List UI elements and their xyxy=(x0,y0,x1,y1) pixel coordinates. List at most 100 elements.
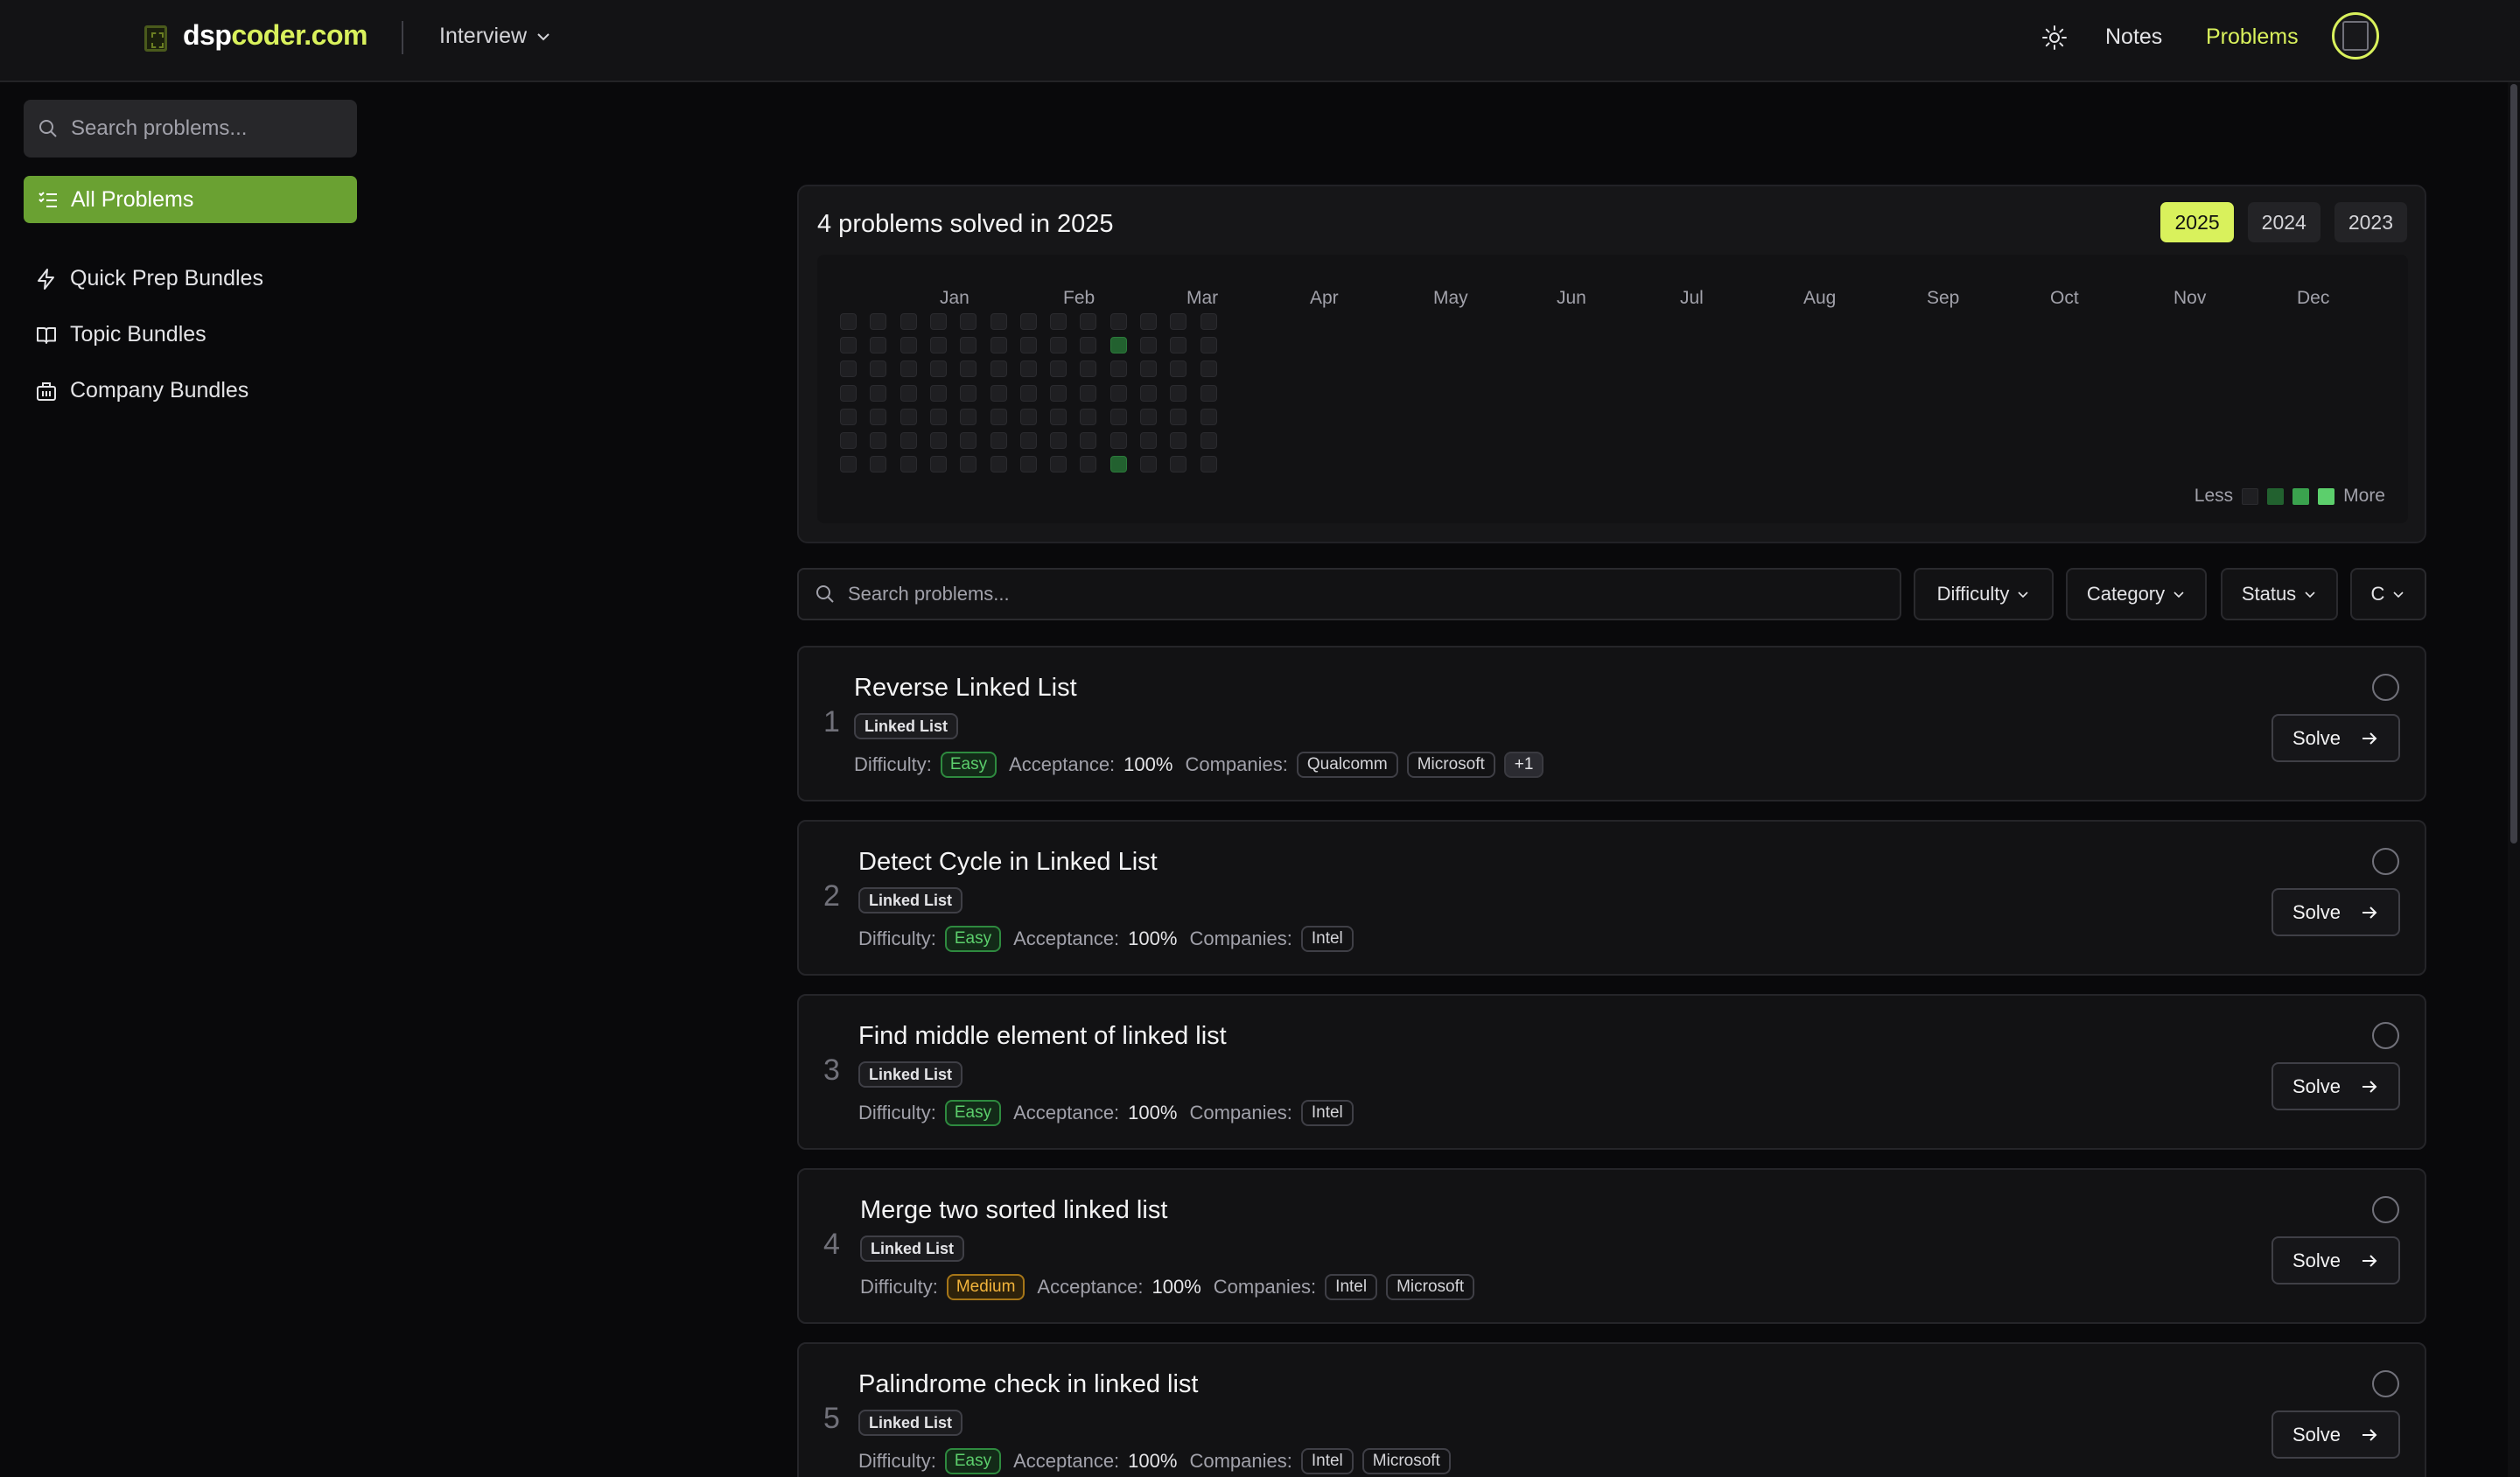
problem-card[interactable]: 2 Detect Cycle in Linked List Linked Lis… xyxy=(797,820,2426,976)
heatmap-day-cell[interactable] xyxy=(1200,408,1217,425)
heatmap-day-cell[interactable] xyxy=(840,432,857,449)
heatmap-day-cell[interactable] xyxy=(870,408,887,425)
heatmap-day-cell[interactable] xyxy=(1110,313,1127,330)
heatmap-day-cell[interactable] xyxy=(840,360,857,378)
heatmap-day-cell[interactable] xyxy=(1080,384,1097,402)
heatmap-day-cell[interactable] xyxy=(1170,456,1187,473)
heatmap-day-cell[interactable] xyxy=(900,313,917,330)
solved-status-circle[interactable] xyxy=(2372,1022,2399,1049)
heatmap-day-cell[interactable] xyxy=(1110,360,1127,378)
user-avatar[interactable] xyxy=(2332,12,2379,60)
heatmap-day-cell[interactable] xyxy=(1140,432,1157,449)
sun-theme-icon[interactable] xyxy=(2040,24,2068,52)
heatmap-day-cell[interactable] xyxy=(990,337,1007,354)
heatmap-day-cell[interactable] xyxy=(870,313,887,330)
sidebar-search-input[interactable]: Search problems... xyxy=(24,100,357,158)
heatmap-day-cell[interactable] xyxy=(1050,384,1068,402)
heatmap-day-cell[interactable] xyxy=(1200,360,1217,378)
heatmap-day-cell[interactable] xyxy=(1200,337,1217,354)
status-filter-dropdown[interactable]: Status xyxy=(2221,568,2338,620)
year-button-2025[interactable]: 2025 xyxy=(2160,202,2234,242)
heatmap-day-cell[interactable] xyxy=(1050,360,1068,378)
heatmap-day-cell[interactable] xyxy=(1140,360,1157,378)
heatmap-day-cell[interactable] xyxy=(929,456,947,473)
heatmap-day-cell[interactable] xyxy=(900,384,917,402)
heatmap-day-cell[interactable] xyxy=(1200,313,1217,330)
heatmap-day-cell[interactable] xyxy=(1140,313,1157,330)
solved-status-circle[interactable] xyxy=(2372,1370,2399,1397)
heatmap-day-cell[interactable] xyxy=(1110,337,1127,354)
heatmap-day-cell[interactable] xyxy=(1080,337,1097,354)
heatmap-day-cell[interactable] xyxy=(1200,432,1217,449)
heatmap-day-cell[interactable] xyxy=(929,384,947,402)
problem-card[interactable]: 4 Merge two sorted linked list Linked Li… xyxy=(797,1168,2426,1324)
heatmap-day-cell[interactable] xyxy=(1170,432,1187,449)
category-filter-dropdown[interactable]: Category xyxy=(2066,568,2207,620)
heatmap-day-cell[interactable] xyxy=(840,456,857,473)
heatmap-day-cell[interactable] xyxy=(900,360,917,378)
problem-card[interactable]: 3 Find middle element of linked list Lin… xyxy=(797,994,2426,1150)
year-button-2024[interactable]: 2024 xyxy=(2247,202,2320,242)
year-button-2023[interactable]: 2023 xyxy=(2334,202,2407,242)
heatmap-day-cell[interactable] xyxy=(1019,456,1037,473)
heatmap-day-cell[interactable] xyxy=(1110,456,1127,473)
heatmap-day-cell[interactable] xyxy=(1140,384,1157,402)
heatmap-day-cell[interactable] xyxy=(929,408,947,425)
heatmap-day-cell[interactable] xyxy=(929,337,947,354)
heatmap-day-cell[interactable] xyxy=(1050,408,1068,425)
sidebar-item-topic-bundles[interactable]: Topic Bundles xyxy=(35,322,206,347)
site-logo[interactable]: dspcoder.com xyxy=(183,19,368,52)
solve-button[interactable]: Solve xyxy=(2272,1410,2400,1459)
heatmap-day-cell[interactable] xyxy=(840,313,857,330)
heatmap-day-cell[interactable] xyxy=(990,408,1007,425)
heatmap-day-cell[interactable] xyxy=(1019,432,1037,449)
heatmap-day-cell[interactable] xyxy=(929,360,947,378)
heatmap-day-cell[interactable] xyxy=(870,456,887,473)
heatmap-day-cell[interactable] xyxy=(1080,432,1097,449)
heatmap-day-cell[interactable] xyxy=(1050,456,1068,473)
heatmap-day-cell[interactable] xyxy=(1080,408,1097,425)
heatmap-day-cell[interactable] xyxy=(870,360,887,378)
interview-mode-dropdown[interactable]: Interview xyxy=(439,24,551,49)
heatmap-day-cell[interactable] xyxy=(840,337,857,354)
heatmap-day-cell[interactable] xyxy=(1050,432,1068,449)
heatmap-day-cell[interactable] xyxy=(960,313,977,330)
heatmap-day-cell[interactable] xyxy=(1200,384,1217,402)
heatmap-day-cell[interactable] xyxy=(1140,456,1157,473)
problem-title[interactable]: Merge two sorted linked list xyxy=(860,1196,1167,1225)
sidebar-item-all-problems[interactable]: All Problems xyxy=(24,176,357,223)
heatmap-day-cell[interactable] xyxy=(1140,408,1157,425)
sidebar-item-quick-prep[interactable]: Quick Prep Bundles xyxy=(35,266,263,291)
problem-title[interactable]: Find middle element of linked list xyxy=(858,1022,1227,1051)
heatmap-day-cell[interactable] xyxy=(840,408,857,425)
nav-problems-link[interactable]: Problems xyxy=(2206,24,2299,50)
heatmap-day-cell[interactable] xyxy=(1019,337,1037,354)
heatmap-day-cell[interactable] xyxy=(1019,360,1037,378)
heatmap-day-cell[interactable] xyxy=(1170,313,1187,330)
heatmap-day-cell[interactable] xyxy=(990,360,1007,378)
heatmap-day-cell[interactable] xyxy=(1050,337,1068,354)
nav-notes-link[interactable]: Notes xyxy=(2105,24,2162,50)
more-companies-badge[interactable]: +1 xyxy=(1503,752,1544,778)
heatmap-day-cell[interactable] xyxy=(870,337,887,354)
solved-status-circle[interactable] xyxy=(2372,848,2399,875)
solve-button[interactable]: Solve xyxy=(2272,1236,2400,1284)
heatmap-day-cell[interactable] xyxy=(1080,313,1097,330)
heatmap-day-cell[interactable] xyxy=(1170,408,1187,425)
heatmap-day-cell[interactable] xyxy=(900,456,917,473)
heatmap-day-cell[interactable] xyxy=(900,408,917,425)
heatmap-day-cell[interactable] xyxy=(929,313,947,330)
heatmap-day-cell[interactable] xyxy=(1170,360,1187,378)
heatmap-day-cell[interactable] xyxy=(960,384,977,402)
heatmap-day-cell[interactable] xyxy=(960,360,977,378)
heatmap-day-cell[interactable] xyxy=(1019,408,1037,425)
scrollbar-thumb[interactable] xyxy=(2510,84,2517,844)
problem-search-input[interactable]: Search problems... xyxy=(797,568,1901,620)
heatmap-day-cell[interactable] xyxy=(1050,313,1068,330)
heatmap-day-cell[interactable] xyxy=(1110,384,1127,402)
heatmap-day-cell[interactable] xyxy=(990,432,1007,449)
heatmap-day-cell[interactable] xyxy=(929,432,947,449)
difficulty-filter-dropdown[interactable]: Difficulty xyxy=(1914,568,2054,620)
heatmap-day-cell[interactable] xyxy=(1080,456,1097,473)
problem-title[interactable]: Palindrome check in linked list xyxy=(858,1370,1198,1399)
